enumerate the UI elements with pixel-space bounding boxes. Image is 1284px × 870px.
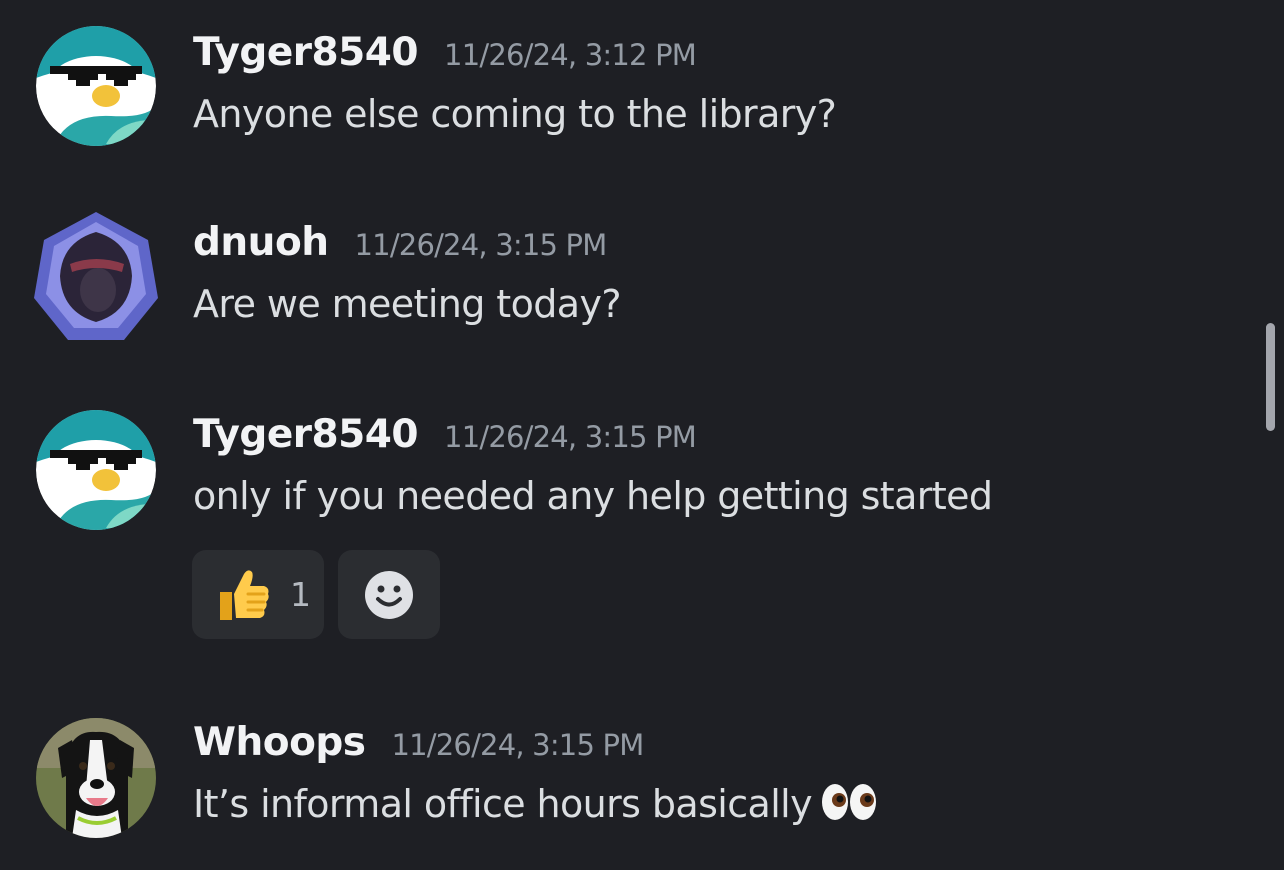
avatar[interactable] (36, 718, 156, 838)
timestamp: 11/26/24, 3:12 PM (444, 38, 697, 72)
message-header: Tyger8540 11/26/24, 3:12 PM (193, 30, 697, 75)
message-header: dnuoh 11/26/24, 3:15 PM (193, 220, 608, 265)
timestamp: 11/26/24, 3:15 PM (444, 420, 697, 454)
username[interactable]: Whoops (193, 720, 366, 765)
avatar[interactable] (36, 26, 156, 146)
message-text: It’s informal office hours basically (193, 782, 878, 831)
username[interactable]: Tyger8540 (193, 30, 419, 75)
reaction-bar: 1 (192, 550, 440, 639)
eyes-icon (820, 782, 878, 831)
avatar[interactable] (26, 206, 166, 346)
message-text: Anyone else coming to the library? (193, 92, 837, 136)
dog-avatar-icon (36, 718, 156, 838)
reaction-count: 1 (290, 575, 311, 614)
timestamp: 11/26/24, 3:15 PM (354, 228, 608, 262)
message-text-content: It’s informal office hours basically (193, 782, 813, 826)
username[interactable]: dnuoh (193, 220, 329, 265)
message-text: Are we meeting today? (193, 282, 622, 326)
hooded-figure-avatar-icon (34, 212, 158, 340)
timestamp: 11/26/24, 3:15 PM (391, 728, 645, 762)
thumbs-up-icon (220, 569, 269, 620)
username[interactable]: Tyger8540 (193, 412, 419, 457)
message-header: Whoops 11/26/24, 3:15 PM (193, 720, 645, 765)
message-text: only if you needed any help getting star… (193, 474, 993, 518)
scrollbar-thumb[interactable] (1266, 323, 1275, 431)
reaction-thumbs-up[interactable]: 1 (192, 550, 324, 639)
penguin-sunglasses-avatar-icon (36, 26, 156, 146)
avatar[interactable] (36, 410, 156, 530)
message-header: Tyger8540 11/26/24, 3:15 PM (193, 412, 697, 457)
add-reaction-icon (365, 570, 413, 619)
message-list: Tyger8540 11/26/24, 3:12 PM Anyone else … (0, 0, 1284, 870)
penguin-sunglasses-avatar-icon (36, 410, 156, 530)
add-reaction-button[interactable] (338, 550, 440, 639)
